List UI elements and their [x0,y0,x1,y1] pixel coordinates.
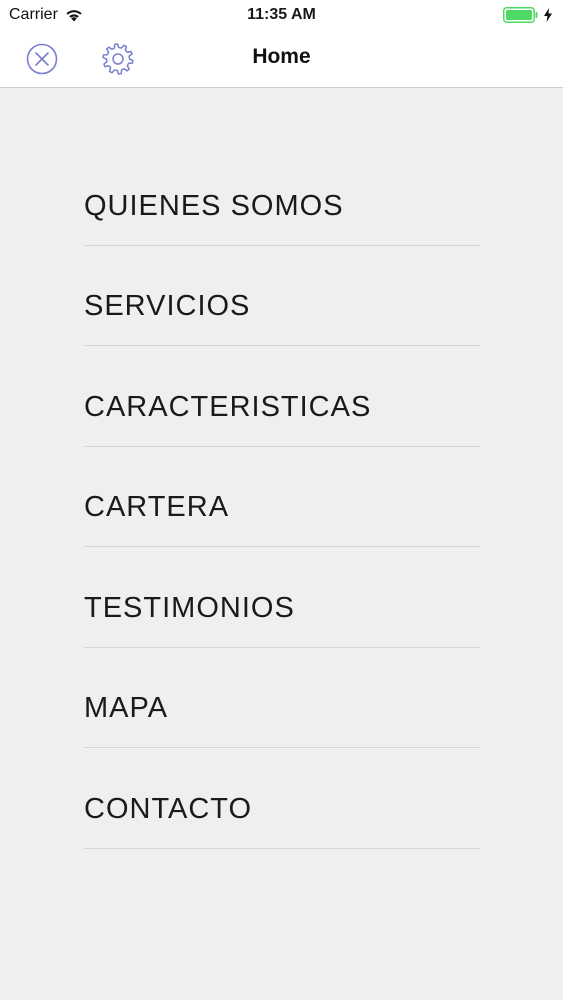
main-menu: QUIENES SOMOS SERVICIOS CARACTERISTICAS CAR… [84,145,480,849]
status-right [503,7,553,23]
menu-item-label: SERVICIOS [84,290,251,322]
menu-item-label: CARTERA [84,491,230,523]
menu-item[interactable]: CARACTERISTICAS [84,346,480,447]
clock: 11:35 AM [247,6,316,23]
menu-item[interactable]: CONTACTO [84,748,480,849]
page-title: Home [252,45,311,68]
wifi-icon [66,10,82,22]
menu-item[interactable]: TESTIMONIOS [84,547,480,648]
menu-item-label: TESTIMONIOS [84,591,295,624]
menu-item-label: CARACTERISTICAS [84,390,372,423]
charging-bolt-icon [544,8,552,22]
menu-item-label: QUIENES SOMOS [84,189,344,222]
menu-item[interactable]: SERVICIOS [84,246,480,346]
carrier-label: Carrier [9,6,58,23]
navigation-bar: Home [0,30,563,88]
menu-item-label: CONTACTO [84,792,253,825]
battery-icon [503,7,538,23]
menu-item[interactable]: CARTERA [84,447,480,547]
menu-item-label: MAPA [84,692,169,724]
menu-item[interactable]: QUIENES SOMOS [84,145,480,246]
menu-item[interactable]: MAPA [84,648,480,748]
status-bar: Carrier 11:35 AM [0,0,563,30]
status-left: Carrier [9,6,84,24]
